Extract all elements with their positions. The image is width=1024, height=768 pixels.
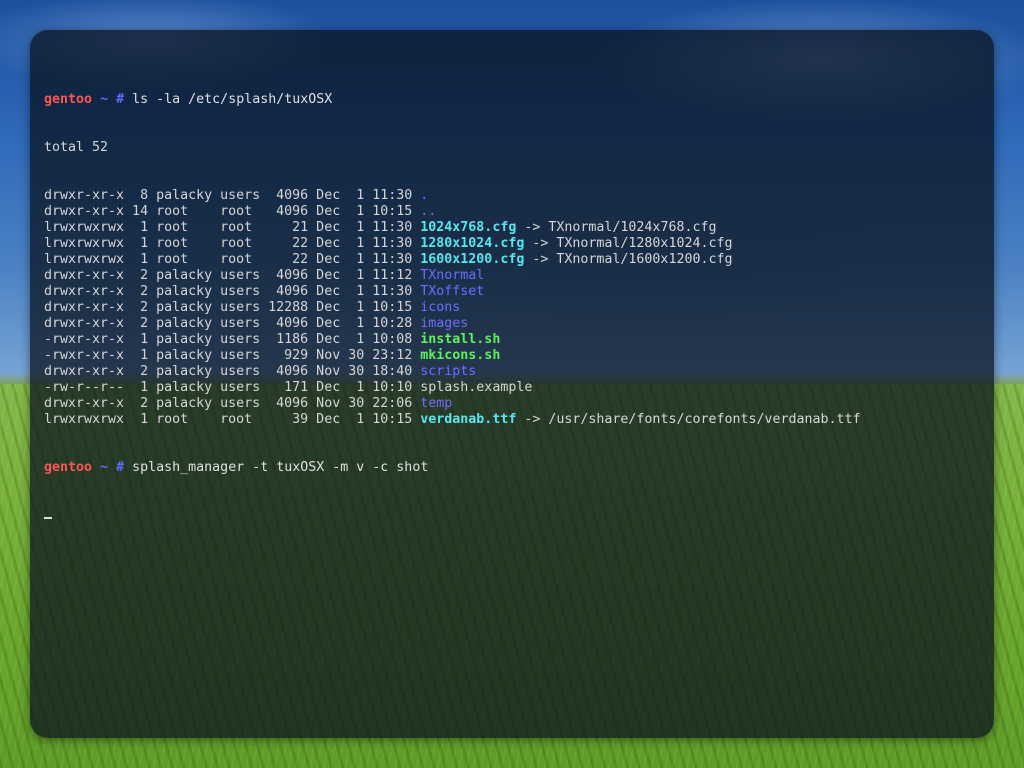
file-name: temp <box>420 396 453 411</box>
listing-row: lrwxrwxrwx 1 root root 22 Dec 1 11:30 12… <box>44 236 861 252</box>
listing-row: drwxr-xr-x 2 palacky users 4096 Nov 30 1… <box>44 364 861 380</box>
file-name: .. <box>420 204 437 219</box>
symlink-target: -> TXnormal/1024x768.cfg <box>516 220 717 235</box>
command-text: ls -la /etc/splash/tuxOSX <box>132 92 333 107</box>
file-metadata: drwxr-xr-x 2 palacky users 12288 Dec 1 1… <box>44 300 421 315</box>
symlink-target: -> TXnormal/1600x1200.cfg <box>524 252 733 267</box>
listing-row: drwxr-xr-x 14 root root 4096 Dec 1 10:15… <box>44 204 861 220</box>
listing-row: drwxr-xr-x 2 palacky users 4096 Dec 1 10… <box>44 316 861 332</box>
input-line[interactable] <box>44 508 861 524</box>
file-metadata: drwxr-xr-x 2 palacky users 4096 Nov 30 1… <box>44 364 421 379</box>
prompt-host: gentoo <box>44 92 93 107</box>
command-text: splash_manager -t tuxOSX -m v -c shot <box>132 460 429 475</box>
symlink-target: -> /usr/share/fonts/corefonts/verdanab.t… <box>516 412 861 427</box>
file-name: TXoffset <box>420 284 485 299</box>
file-name: icons <box>420 300 461 315</box>
listing-row: drwxr-xr-x 2 palacky users 4096 Dec 1 11… <box>44 284 861 300</box>
total-line: total 52 <box>44 140 109 155</box>
prompt-line-1: gentoo ~ # ls -la /etc/splash/tuxOSX <box>44 92 861 108</box>
file-name: 1024x768.cfg <box>420 220 517 235</box>
terminal-window[interactable]: gentoo ~ # ls -la /etc/splash/tuxOSX tot… <box>30 30 994 738</box>
file-metadata: drwxr-xr-x 2 palacky users 4096 Dec 1 10… <box>44 316 421 331</box>
listing-row: lrwxrwxrwx 1 root root 22 Dec 1 11:30 16… <box>44 252 861 268</box>
prompt-host: gentoo <box>44 460 93 475</box>
listing-row: drwxr-xr-x 2 palacky users 12288 Dec 1 1… <box>44 300 861 316</box>
file-name: TXnormal <box>420 268 485 283</box>
file-metadata: -rw-r--r-- 1 palacky users 171 Dec 1 10:… <box>44 380 421 395</box>
file-name: scripts <box>420 364 477 379</box>
listing-row: -rw-r--r-- 1 palacky users 171 Dec 1 10:… <box>44 380 861 396</box>
listing-row: drwxr-xr-x 8 palacky users 4096 Dec 1 11… <box>44 188 861 204</box>
prompt-cwd: ~ <box>100 460 109 475</box>
file-metadata: lrwxrwxrwx 1 root root 22 Dec 1 11:30 <box>44 252 421 267</box>
listing-row: lrwxrwxrwx 1 root root 21 Dec 1 11:30 10… <box>44 220 861 236</box>
file-metadata: lrwxrwxrwx 1 root root 21 Dec 1 11:30 <box>44 220 421 235</box>
file-metadata: lrwxrwxrwx 1 root root 39 Dec 1 10:15 <box>44 412 421 427</box>
file-metadata: drwxr-xr-x 8 palacky users 4096 Dec 1 11… <box>44 188 421 203</box>
prompt-symbol: # <box>116 460 125 475</box>
file-name: mkicons.sh <box>420 348 501 363</box>
file-name: verdanab.ttf <box>420 412 517 427</box>
file-metadata: drwxr-xr-x 14 root root 4096 Dec 1 10:15 <box>44 204 421 219</box>
file-name: 1600x1200.cfg <box>420 252 525 267</box>
listing-row: lrwxrwxrwx 1 root root 39 Dec 1 10:15 ve… <box>44 412 861 428</box>
symlink-target: -> TXnormal/1280x1024.cfg <box>524 236 733 251</box>
file-metadata: lrwxrwxrwx 1 root root 22 Dec 1 11:30 <box>44 236 421 251</box>
prompt-symbol: # <box>116 92 125 107</box>
text-cursor <box>44 517 52 519</box>
file-name: . <box>420 188 429 203</box>
prompt-cwd: ~ <box>100 92 109 107</box>
file-name: install.sh <box>420 332 501 347</box>
file-metadata: -rwxr-xr-x 1 palacky users 929 Nov 30 23… <box>44 348 421 363</box>
listing-row: -rwxr-xr-x 1 palacky users 929 Nov 30 23… <box>44 348 861 364</box>
file-metadata: drwxr-xr-x 2 palacky users 4096 Nov 30 2… <box>44 396 421 411</box>
prompt-line-2: gentoo ~ # splash_manager -t tuxOSX -m v… <box>44 460 861 476</box>
listing-row: -rwxr-xr-x 1 palacky users 1186 Dec 1 10… <box>44 332 861 348</box>
file-metadata: drwxr-xr-x 2 palacky users 4096 Dec 1 11… <box>44 284 421 299</box>
file-name: 1280x1024.cfg <box>420 236 525 251</box>
terminal-output[interactable]: gentoo ~ # ls -la /etc/splash/tuxOSX tot… <box>44 60 861 556</box>
file-metadata: drwxr-xr-x 2 palacky users 4096 Dec 1 11… <box>44 268 421 283</box>
directory-listing: drwxr-xr-x 8 palacky users 4096 Dec 1 11… <box>44 188 861 428</box>
file-name: images <box>420 316 469 331</box>
file-metadata: -rwxr-xr-x 1 palacky users 1186 Dec 1 10… <box>44 332 421 347</box>
file-name: splash.example <box>420 380 533 395</box>
listing-row: drwxr-xr-x 2 palacky users 4096 Nov 30 2… <box>44 396 861 412</box>
listing-row: drwxr-xr-x 2 palacky users 4096 Dec 1 11… <box>44 268 861 284</box>
